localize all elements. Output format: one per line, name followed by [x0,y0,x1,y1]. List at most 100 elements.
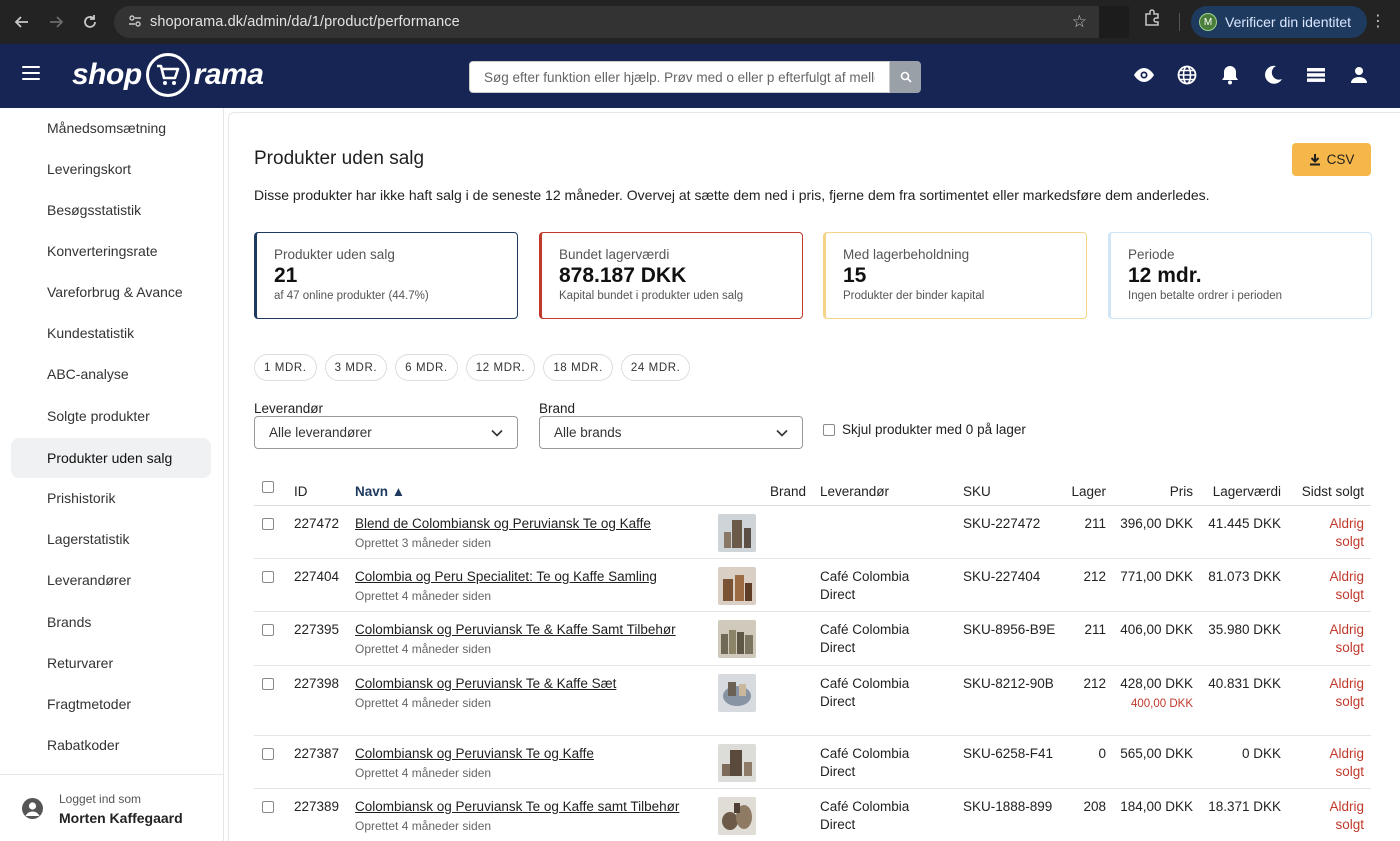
product-thumbnail[interactable] [718,514,756,552]
stat-card-no-sales: Produkter uden salg 21 af 47 online prod… [254,232,518,319]
period-18-months-button[interactable]: 18 MDR. [543,354,613,381]
period-12-months-button[interactable]: 12 MDR. [465,354,536,381]
table-row[interactable]: 227472 Blend de Colombiansk og Peruvians… [254,506,1371,559]
sidebar-item-prishistorik[interactable]: Prishistorik [11,478,211,518]
hamburger-menu-icon[interactable] [22,66,40,80]
row-checkbox[interactable] [262,678,274,690]
hide-zero-stock-label: Skjul produkter med 0 på lager [842,422,1026,437]
row-name-cell: Colombiansk og Peruviansk Te & Kaffe Sæt… [355,675,616,712]
sidebar-item-label: Fragtmetoder [47,696,132,712]
sidebar-item-rabatkoder[interactable]: Rabatkoder [11,725,211,765]
moon-icon[interactable] [1262,64,1284,86]
forward-arrow-icon[interactable] [39,5,73,39]
product-name-link[interactable]: Colombiansk og Peruviansk Te og Kaffe sa… [355,798,679,816]
browser-chrome: shoporama.dk/admin/da/1/product/performa… [0,0,1400,44]
row-sku: SKU-227404 [963,569,1041,584]
sidebar-item-brands[interactable]: Brands [11,602,211,642]
product-name-link[interactable]: Blend de Colombiansk og Peruviansk Te og… [355,515,651,533]
sidebar-item-produkter-uden-salg[interactable]: Produkter uden salg [11,438,211,478]
eye-icon[interactable] [1133,64,1155,86]
bell-icon[interactable] [1219,64,1241,86]
sidebar-item-label: Prishistorik [47,490,116,506]
row-last-sold: Aldrig solgt [1329,516,1364,549]
product-thumbnail[interactable] [718,567,756,605]
column-supplier[interactable]: Leverandør [820,484,889,499]
column-id[interactable]: ID [294,484,308,499]
back-arrow-icon[interactable] [5,5,39,39]
sidebar-item-fragtmetoder[interactable]: Fragtmetoder [11,684,211,724]
period-24-months-button[interactable]: 24 MDR. [620,354,691,381]
bookmark-star-icon[interactable]: ☆ [1072,12,1087,32]
product-thumbnail[interactable] [718,797,756,835]
column-price[interactable]: Pris [1170,484,1193,499]
table-row[interactable]: 227387 Colombiansk og Peruviansk Te og K… [254,736,1371,789]
table-row[interactable]: 227404 Colombia og Peru Specialitet: Te … [254,559,1371,612]
column-last-sold[interactable]: Sidst solgt [1302,484,1364,499]
stack-icon[interactable] [1305,64,1327,86]
logged-in-user[interactable]: Logget ind som Morten Kaffegaard [0,774,223,841]
brand-select[interactable]: Alle brands [539,416,803,449]
reload-icon[interactable] [73,5,107,39]
sidebar-item-returvarer[interactable]: Returvarer [11,643,211,683]
row-sku: SKU-227472 [963,516,1041,531]
column-stock-value[interactable]: Lagerværdi [1213,484,1281,499]
row-checkbox[interactable] [262,571,274,583]
hide-zero-stock-checkbox[interactable] [823,423,835,436]
globe-icon[interactable] [1176,64,1198,86]
column-name-sorted[interactable]: Navn ▲ [355,484,405,499]
sidebar-item-leverandoerer[interactable]: Leverandører [11,560,211,600]
search-button[interactable] [890,61,921,93]
sidebar-item-vareforbrug[interactable]: Vareforbrug & Avance [11,272,211,312]
product-name-link[interactable]: Colombiansk og Peruviansk Te og Kaffe [355,745,594,763]
extension-slot [1099,6,1129,38]
product-name-link[interactable]: Colombia og Peru Specialitet: Te og Kaff… [355,568,657,586]
column-brand[interactable]: Brand [770,484,806,499]
row-created: Oprettet 3 måneder siden [355,536,492,550]
sidebar-item-besoegsstatistik[interactable]: Besøgsstatistik [11,190,211,230]
row-stock: 208 [1083,799,1106,814]
row-checkbox[interactable] [262,801,274,813]
sidebar-item-konverteringsrate[interactable]: Konverteringsrate [11,231,211,271]
sidebar-item-abc-analyse[interactable]: ABC-analyse [11,354,211,394]
browser-menu-icon[interactable]: ⋮ [1370,11,1386,31]
table-row[interactable]: 227398 Colombiansk og Peruviansk Te & Ka… [254,666,1371,736]
table-row[interactable]: 227389 Colombiansk og Peruviansk Te og K… [254,789,1371,841]
period-1-month-button[interactable]: 1 MDR. [254,354,317,381]
row-checkbox[interactable] [262,518,274,530]
chevron-down-icon [491,429,503,437]
extensions-puzzle-icon[interactable] [1143,9,1161,32]
column-sku[interactable]: SKU [963,484,991,499]
csv-download-button[interactable]: CSV [1292,143,1371,176]
period-6-months-button[interactable]: 6 MDR. [395,354,458,381]
verify-identity-button[interactable]: M Verificer din identitet [1191,6,1368,38]
search-input[interactable] [469,61,890,93]
address-bar[interactable]: shoporama.dk/admin/da/1/product/performa… [114,6,1129,38]
product-thumbnail[interactable] [718,744,756,782]
main-content: Produkter uden salg CSV Disse produkter … [228,112,1400,841]
row-created: Oprettet 4 måneder siden [355,696,492,710]
chevron-down-icon [776,429,788,437]
product-thumbnail[interactable] [718,674,756,712]
user-icon[interactable] [1348,64,1370,86]
table-row[interactable]: 227395 Colombiansk og Peruviansk Te & Ka… [254,612,1371,666]
product-name-link[interactable]: Colombiansk og Peruviansk Te & Kaffe Sæt [355,675,616,693]
column-stock[interactable]: Lager [1071,484,1106,499]
sidebar-item-leveringskort[interactable]: Leveringskort [11,149,211,189]
hide-zero-stock-toggle[interactable]: Skjul produkter med 0 på lager [823,422,1026,437]
row-checkbox[interactable] [262,624,274,636]
product-thumbnail[interactable] [718,620,756,658]
site-settings-icon[interactable] [120,14,150,31]
sidebar-item-solgte-produkter[interactable]: Solgte produkter [11,396,211,436]
row-supplier: Café Colombia Direct [820,569,910,602]
row-checkbox[interactable] [262,748,274,760]
sidebar-item-kundestatistik[interactable]: Kundestatistik [11,313,211,353]
product-name-link[interactable]: Colombiansk og Peruviansk Te & Kaffe Sam… [355,621,676,639]
sidebar-item-lagerstatistik[interactable]: Lagerstatistik [11,519,211,559]
supplier-select[interactable]: Alle leverandører [254,416,518,449]
select-all-checkbox[interactable] [262,481,274,493]
row-last-sold: Aldrig solgt [1329,622,1364,655]
period-3-months-button[interactable]: 3 MDR. [324,354,388,381]
shoporama-logo[interactable]: shop rama [72,53,264,97]
global-search [469,61,921,93]
sidebar-item-maanedsomsaetning[interactable]: Månedsomsætning [11,108,211,148]
